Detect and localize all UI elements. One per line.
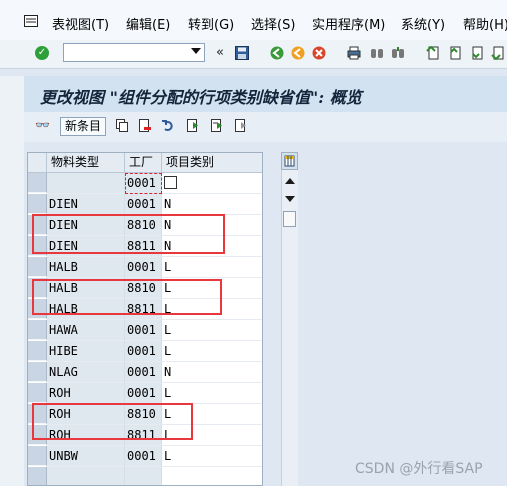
value-help-icon[interactable] (164, 176, 177, 189)
find-next-icon[interactable] (391, 46, 405, 60)
cell-focus-frame (125, 173, 162, 194)
command-field[interactable] (63, 43, 205, 62)
cell-item-category[interactable]: L (162, 257, 262, 278)
left-strip (0, 76, 24, 486)
row-selector[interactable] (28, 383, 47, 403)
row-selector[interactable] (28, 173, 47, 193)
column-header-plant[interactable]: 工厂 (125, 153, 162, 173)
delete-icon[interactable] (139, 119, 151, 132)
highlight-box-roh (32, 403, 193, 440)
select-all-icon[interactable] (187, 119, 199, 132)
row-selector[interactable] (28, 446, 47, 466)
cell-material-type: NLAG (47, 362, 125, 383)
cell-material-type: UNBW (47, 446, 125, 467)
cell-plant: 0001 (125, 446, 162, 467)
display-change-icon[interactable]: 👓 (35, 118, 50, 132)
menu-goto[interactable]: 转到(G) (188, 14, 234, 33)
column-header-item-category[interactable]: 项目类别 (162, 153, 262, 173)
cell-material-type (47, 173, 125, 194)
first-page-icon[interactable] (426, 46, 440, 60)
cell-item-category[interactable]: L (162, 341, 262, 362)
menu-utilities[interactable]: 实用程序(M) (312, 14, 385, 33)
cell-material-type: HAWA (47, 320, 125, 341)
back-icon[interactable] (270, 46, 284, 60)
cell-item-category[interactable]: N (162, 194, 262, 215)
row-selector[interactable] (28, 341, 47, 361)
cell-material-type: ROH (47, 383, 125, 404)
scroll-down-icon[interactable] (285, 196, 295, 202)
cell-item-category[interactable]: L (162, 320, 262, 341)
cell-item-category[interactable]: N (162, 362, 262, 383)
row-selector[interactable] (28, 467, 47, 485)
highlight-box-halb (32, 279, 222, 315)
menu-system[interactable]: 系统(Y) (401, 14, 445, 33)
back-arrows-icon[interactable]: « (216, 45, 224, 60)
select-block-icon[interactable] (211, 119, 223, 132)
deselect-all-icon[interactable] (235, 119, 247, 132)
menu-icon[interactable] (24, 15, 38, 27)
cell-item-category[interactable]: L (162, 383, 262, 404)
row-selector[interactable] (28, 257, 47, 277)
cell-item-category[interactable]: L (162, 446, 262, 467)
column-header-material-type[interactable]: 物料类型 (47, 153, 125, 173)
find-icon[interactable] (370, 46, 384, 60)
enter-check-icon[interactable]: ✓ (35, 46, 49, 60)
row-selector[interactable] (28, 320, 47, 340)
menu-table-view[interactable]: 表视图(T) (52, 14, 109, 33)
undo-icon[interactable] (162, 119, 174, 132)
cell-plant: 0001 (125, 383, 162, 404)
menu-select[interactable]: 选择(S) (251, 14, 295, 33)
menu-help[interactable]: 帮助(H) (463, 14, 507, 33)
previous-page-icon[interactable] (448, 46, 462, 60)
cell-plant: 0001 (125, 194, 162, 215)
row-selector[interactable] (28, 362, 47, 382)
cell-material-type (47, 467, 125, 485)
next-page-icon[interactable] (470, 46, 484, 60)
select-all-header[interactable] (28, 153, 47, 173)
copy-icon[interactable] (116, 119, 128, 132)
page-title: 更改视图 "组件分配的行项类别缺省值": 概览 (40, 88, 362, 107)
cell-material-type: HALB (47, 257, 125, 278)
save-icon[interactable] (235, 46, 249, 60)
scroll-thumb[interactable] (283, 211, 296, 227)
cell-plant (125, 467, 162, 485)
cell-plant: 0001 (125, 362, 162, 383)
cell-plant: 0001 (125, 320, 162, 341)
menu-bar: 表视图(T) 编辑(E) 转到(G) 选择(S) 实用程序(M) 系统(Y) 帮… (0, 0, 507, 41)
cell-item-category[interactable] (162, 173, 262, 194)
chevron-down-icon[interactable] (191, 48, 201, 54)
cell-material-type: HIBE (47, 341, 125, 362)
menu-edit[interactable]: 编辑(E) (126, 14, 170, 33)
cell-material-type: DIEN (47, 194, 125, 215)
print-icon[interactable] (347, 46, 361, 60)
last-page-icon[interactable] (491, 46, 505, 60)
cell-plant: 0001 (125, 341, 162, 362)
exit-icon[interactable] (291, 46, 305, 60)
scroll-up-icon[interactable] (285, 178, 295, 184)
watermark: CSDN @外行看SAP (355, 461, 483, 477)
cancel-icon[interactable] (312, 46, 326, 60)
new-entries-button[interactable]: 新条目 (60, 117, 106, 136)
row-selector[interactable] (28, 194, 47, 214)
cell-plant: 0001 (125, 257, 162, 278)
highlight-box-dien (32, 214, 225, 254)
table-settings-icon[interactable] (281, 152, 298, 170)
cell-item-category[interactable] (162, 467, 262, 485)
